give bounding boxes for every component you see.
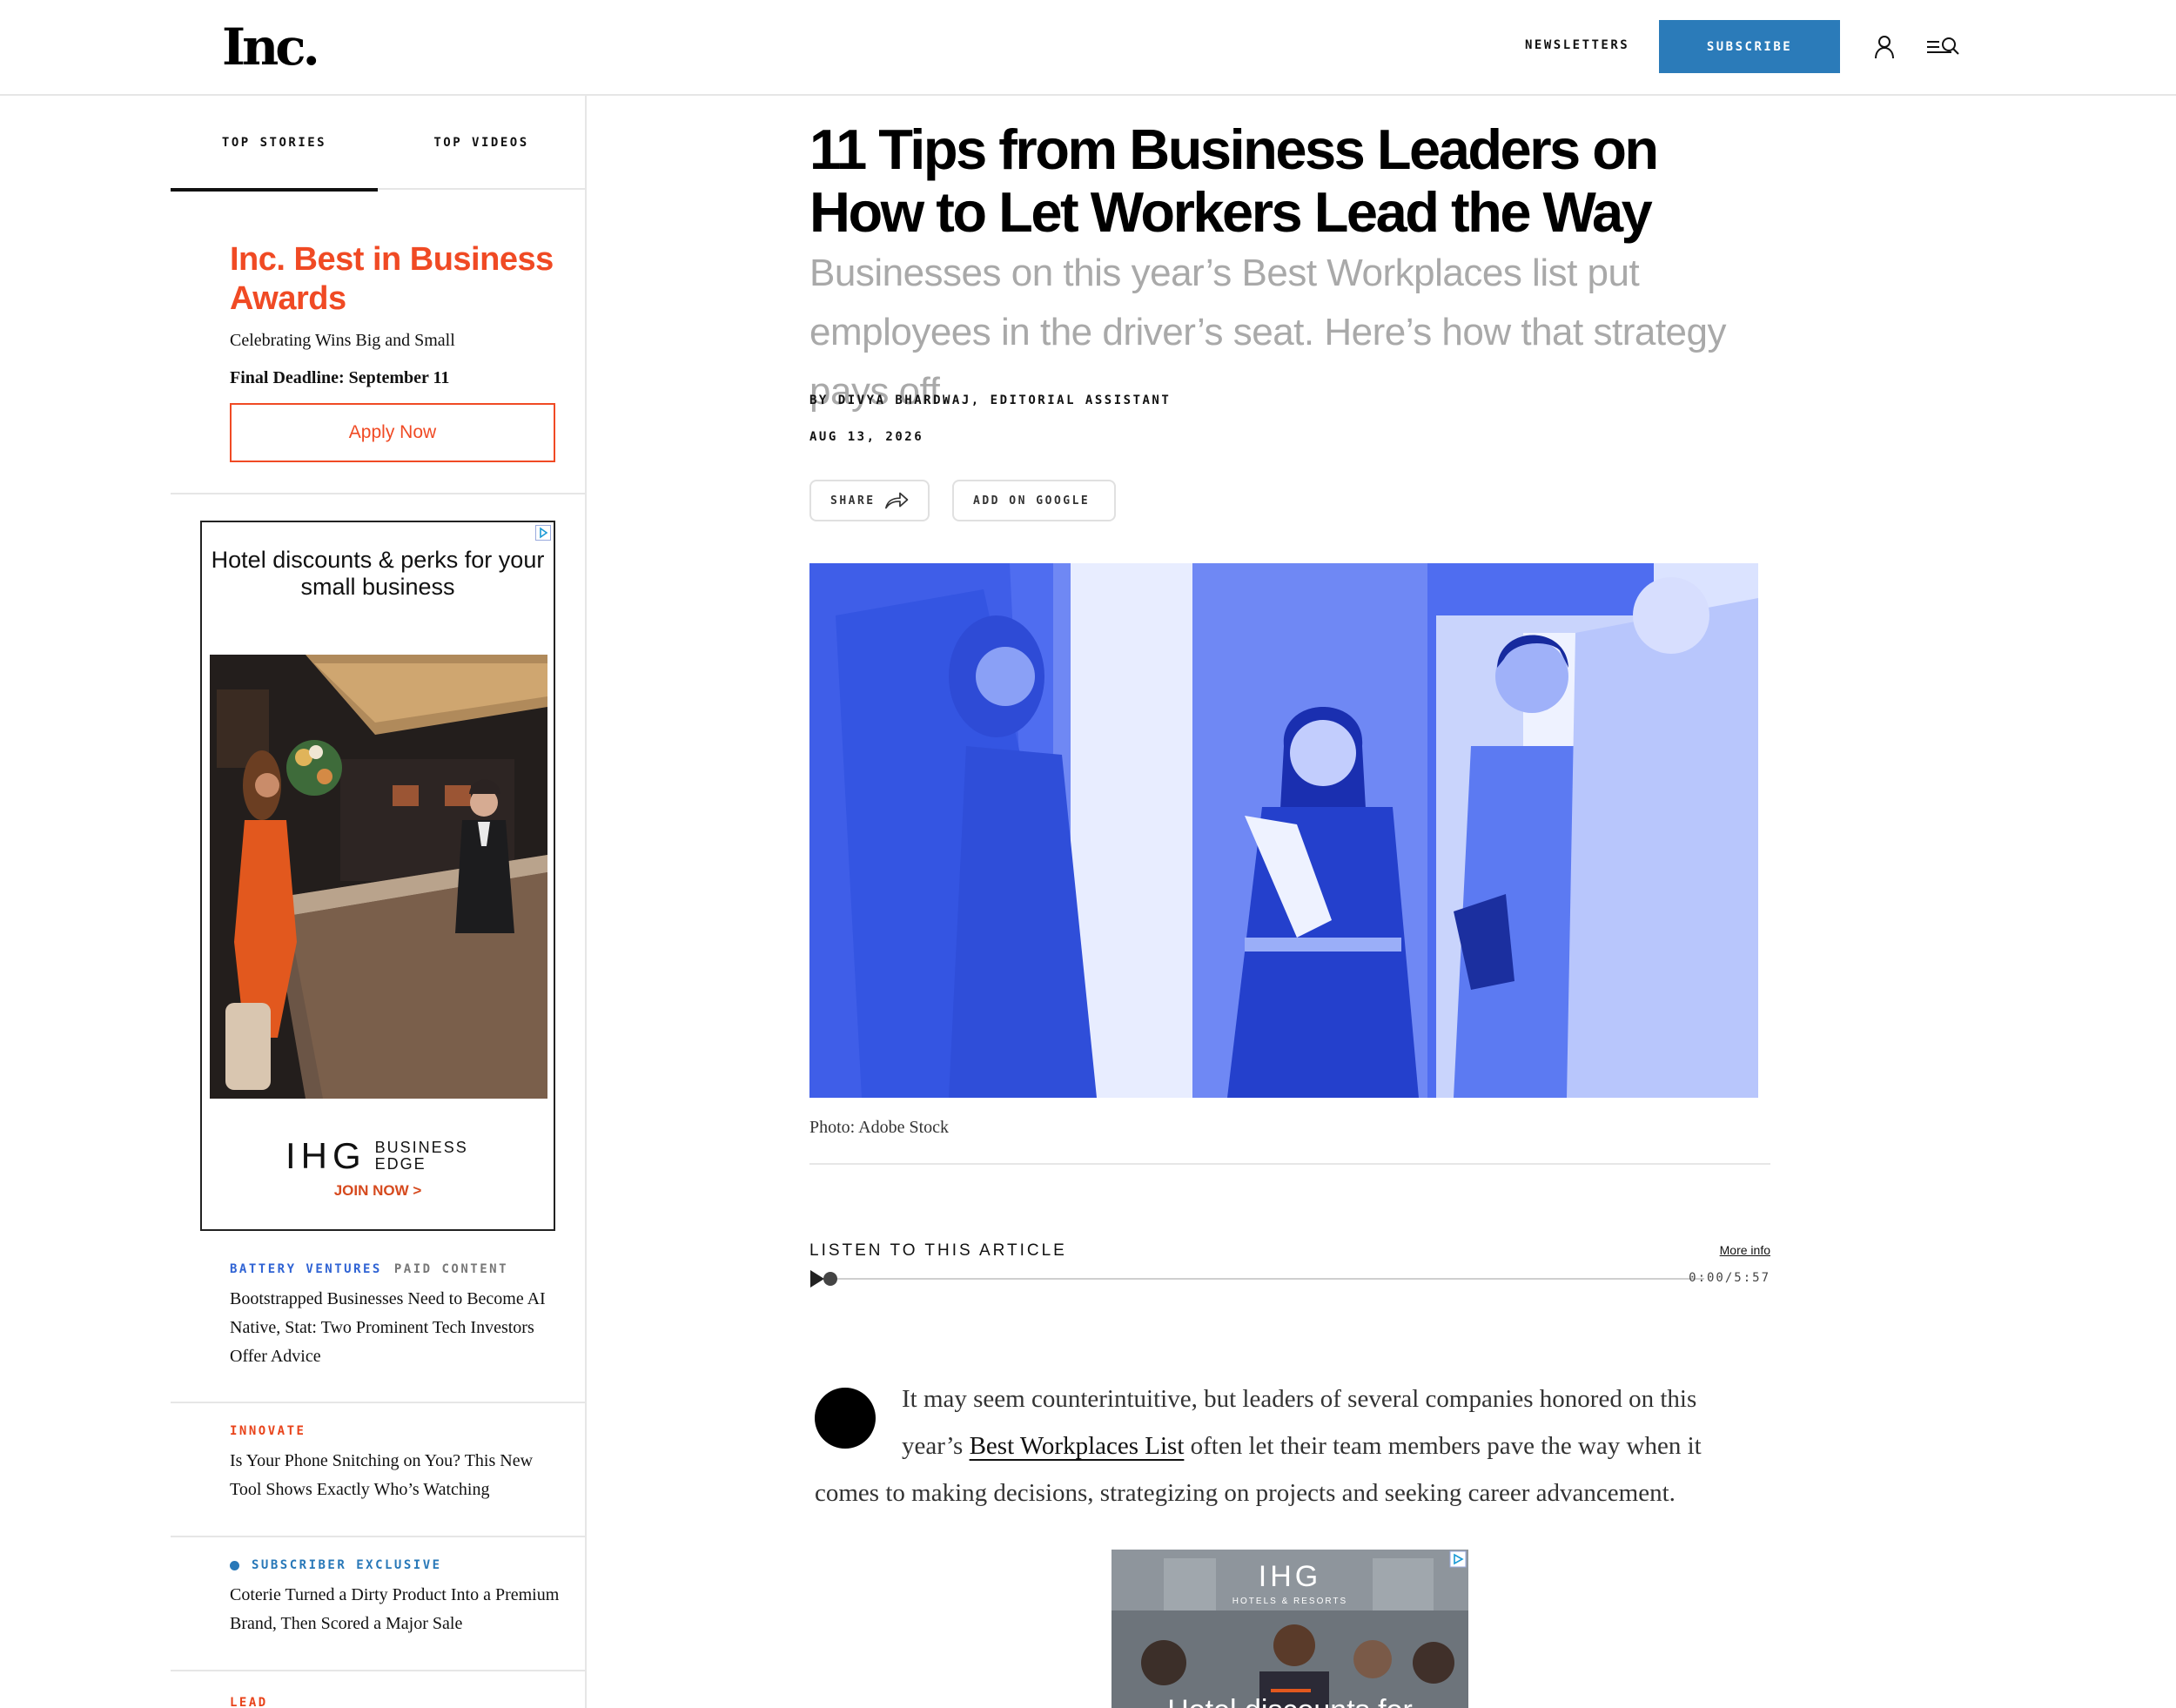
inc-logo[interactable]: Inc. [222,17,320,77]
article-headline: 11 Tips from Business Leaders on How to … [809,118,1659,244]
tab-top-videos[interactable]: TOP VIDEOS [378,96,585,190]
share-label: SHARE [830,494,876,508]
ad-brand-sub: BUSINESS EDGE [374,1139,468,1173]
audio-time: 0:00/5:57 [1689,1271,1770,1285]
photo-caption: Photo: Adobe Stock [809,1118,950,1137]
divider [809,1163,1770,1165]
sidebar-divider [585,96,587,1708]
sidebar: TOP STORIES TOP VIDEOS Inc. Best in Busi… [171,96,585,1708]
share-arrow-icon [884,492,908,509]
ad-hotel-lobby-image [210,655,547,1099]
sponsor-label[interactable]: BATTERY VENTURES [230,1262,382,1276]
story-kicker: BATTERY VENTURES PAID CONTENT [230,1262,561,1276]
story-title[interactable]: Is Your Phone Snitching on You? This New… [230,1447,561,1504]
list-item: BATTERY VENTURES PAID CONTENT Bootstrappe… [230,1262,561,1371]
exclusive-dot-icon [230,1560,239,1570]
inline-ad[interactable]: IHG HOTELS & RESORTS Hotel discounts for [1112,1550,1468,1708]
ad-choices-icon[interactable] [535,525,551,541]
divider [171,493,585,494]
ad-headline: Hotel discounts & perks for your small b… [211,547,545,600]
more-info-link[interactable]: More info [1720,1243,1770,1257]
share-button[interactable]: SHARE [809,480,930,521]
subscriber-exclusive-label[interactable]: SUBSCRIBER EXCLUSIVE [252,1558,442,1572]
listen-label: LISTEN TO THIS ARTICLE [809,1241,1067,1260]
sidebar-tabs: TOP STORIES TOP VIDEOS [171,96,585,192]
ad-brand: IHG [285,1135,366,1176]
add-on-google-button[interactable]: ADD ON GOOGLE [952,480,1116,521]
divider [171,1536,585,1537]
article-dek: Businesses on this year’s Best Workplace… [809,252,1727,413]
ad-join-now-link[interactable]: JOIN NOW > [202,1182,554,1200]
promo-subtitle: Celebrating Wins Big and Small [230,331,455,350]
inline-ad-brand-sub: HOTELS & RESORTS [1232,1597,1347,1606]
newsletters-link[interactable]: NEWSLETTERS [1525,38,1629,52]
list-item: SUBSCRIBER EXCLUSIVE Coterie Turned a Di… [230,1558,561,1638]
story-kicker: SUBSCRIBER EXCLUSIVE [230,1558,561,1572]
divider [171,1670,585,1671]
story-kicker[interactable]: INNOVATE [230,1424,561,1438]
apply-now-button[interactable]: Apply Now [230,403,555,462]
article-headline-block: 11 Tips from Business Leaders on How to … [809,118,1770,421]
paid-content-label: PAID CONTENT [393,1262,509,1276]
sidebar-ad[interactable]: Hotel discounts & perks for your small b… [200,521,555,1231]
promo-title[interactable]: Inc. Best in Business Awards [230,240,561,319]
ad-brand-logo: IHG BUSINESS EDGE [285,1135,471,1177]
site-header: Inc. NEWSLETTERS SUBSCRIBE [0,0,2176,96]
menu-search-icon[interactable] [1925,35,1960,59]
list-item: INNOVATE Is Your Phone Snitching on You?… [230,1424,561,1504]
awards-promo: Inc. Best in Business Awards Celebrating… [230,240,561,388]
inline-ad-brand: IHG [1259,1560,1321,1593]
divider [171,1402,585,1403]
list-item: LEAD [230,1696,561,1708]
article-body-paragraph: It may seem counterintuitive, but leader… [815,1375,1729,1516]
subscribe-button[interactable]: SUBSCRIBE [1659,20,1840,73]
dropcap-circle [815,1388,876,1449]
audio-progress-track[interactable] [837,1278,1704,1280]
promo-deadline: Final Deadline: September 11 [230,368,450,387]
story-title[interactable]: Coterie Turned a Dirty Product Into a Pr… [230,1581,561,1638]
user-icon[interactable] [1873,35,1896,59]
hero-image [809,563,1758,1098]
article-date: AUG 13, 2026 [809,430,924,444]
best-workplaces-link[interactable]: Best Workplaces List [970,1432,1185,1460]
article-byline[interactable]: BY DIVYA BHARDWAJ, EDITORIAL ASSISTANT [809,393,1171,407]
story-kicker[interactable]: LEAD [230,1696,561,1708]
story-title[interactable]: Bootstrapped Businesses Need to Become A… [230,1285,561,1371]
audio-scrubber-handle[interactable] [823,1272,837,1286]
inline-ad-headline: Hotel discounts for [1167,1694,1413,1708]
tab-top-stories[interactable]: TOP STORIES [171,96,378,192]
